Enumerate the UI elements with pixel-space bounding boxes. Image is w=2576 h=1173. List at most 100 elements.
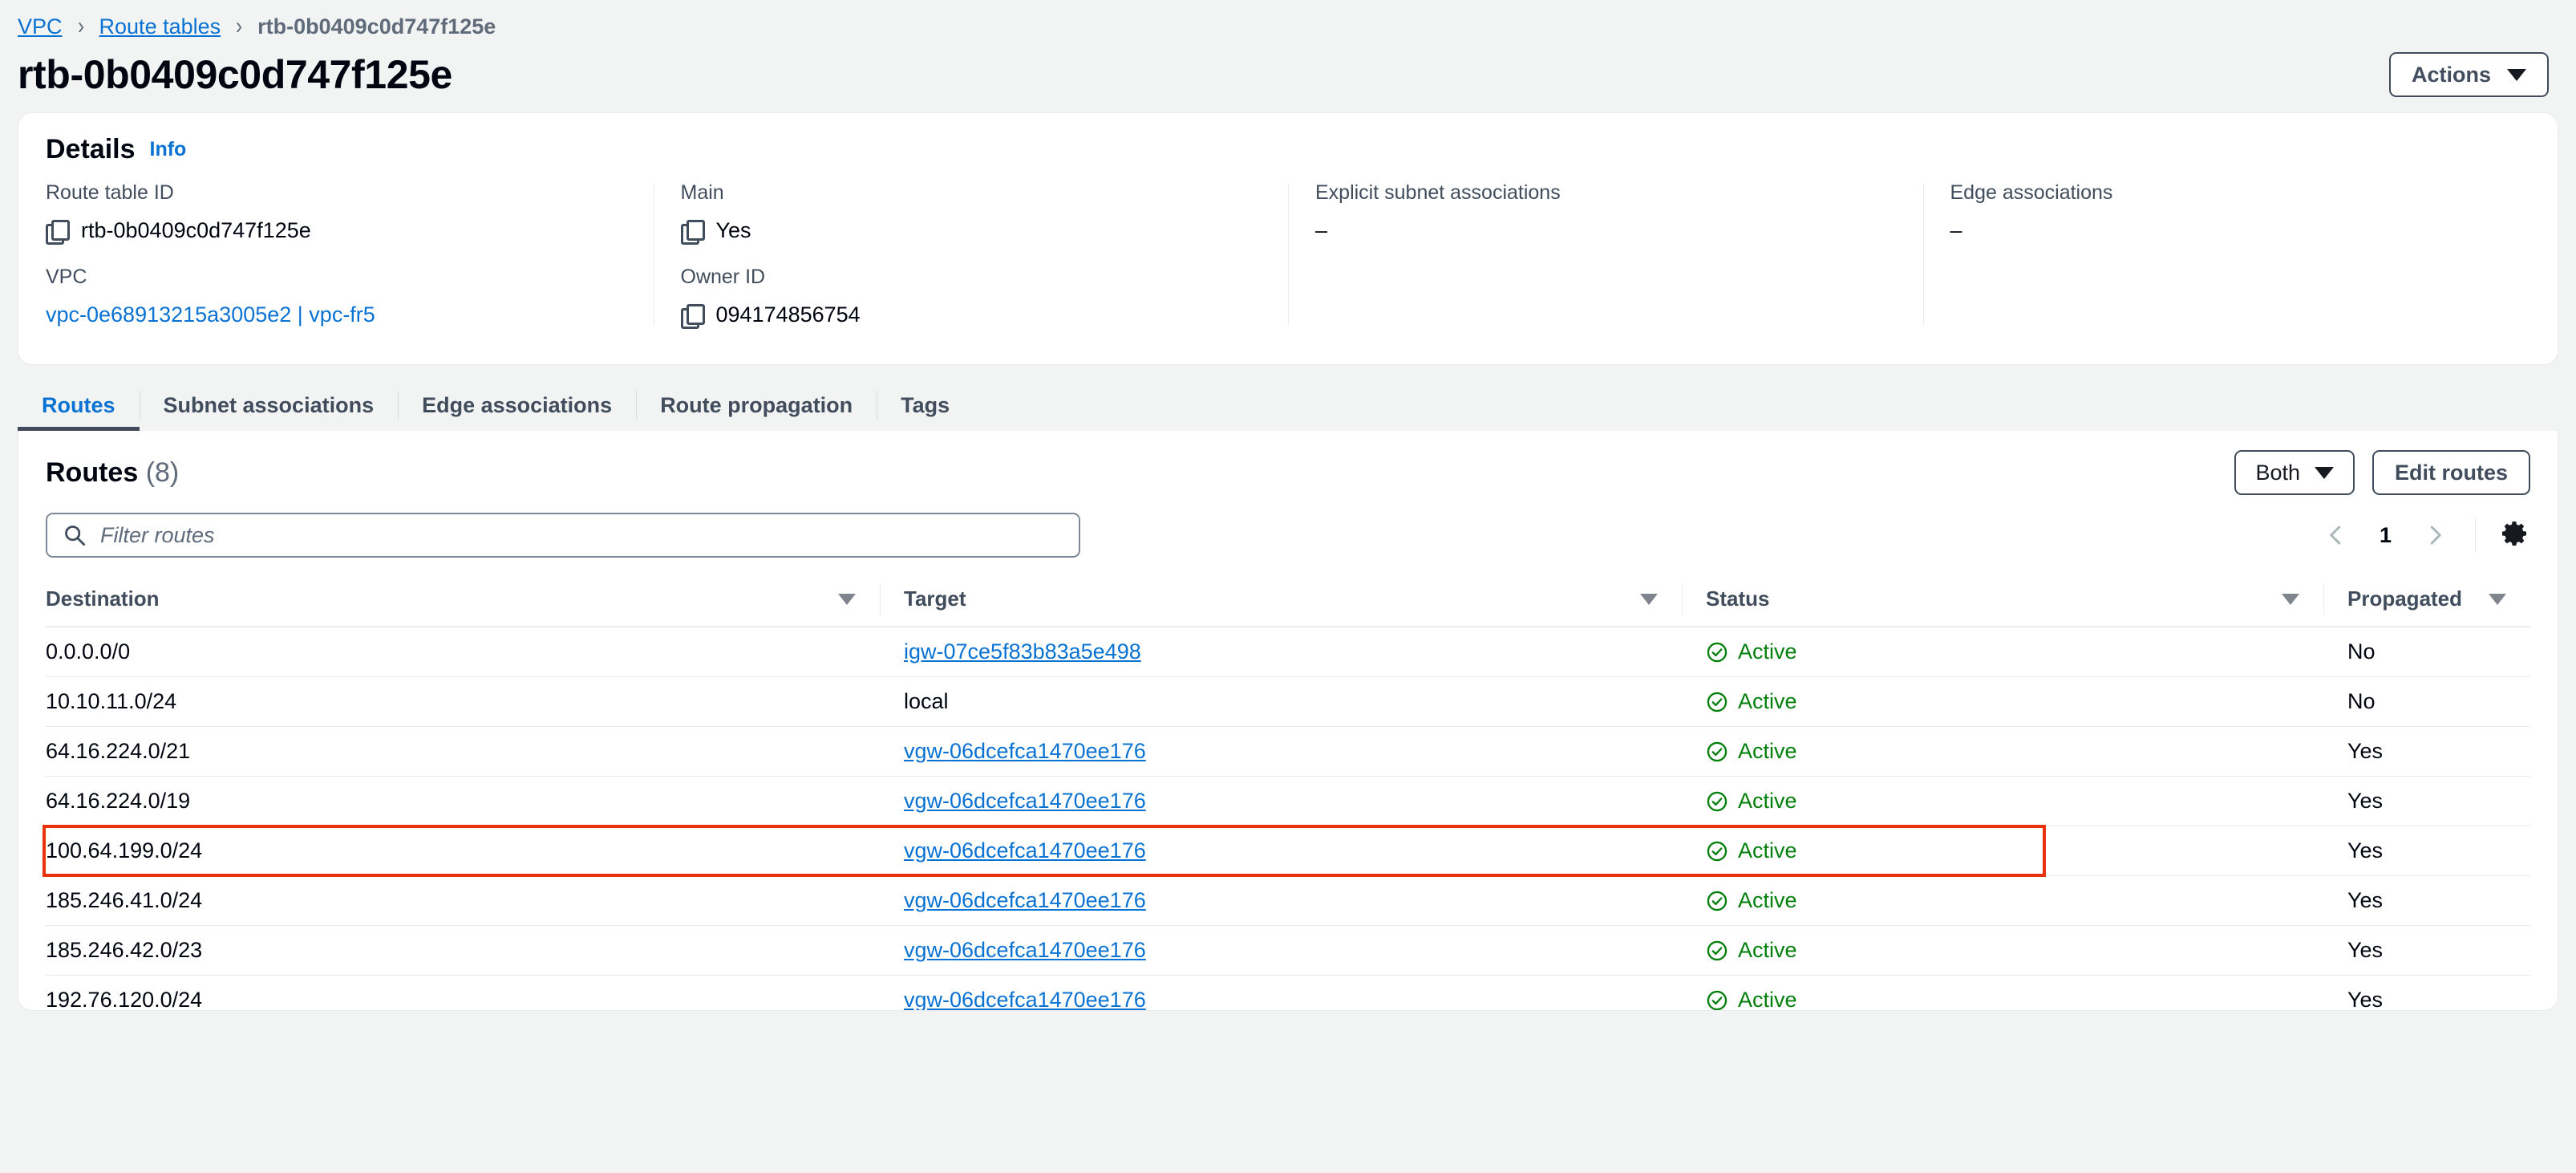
- actions-button[interactable]: Actions: [2388, 52, 2549, 97]
- propagated-value: No: [2347, 639, 2376, 664]
- cell-propagated: Yes: [2323, 726, 2530, 777]
- details-info-link[interactable]: Info: [150, 138, 187, 161]
- detail-main: Main Yes: [680, 181, 1262, 245]
- cell-propagated: Yes: [2323, 925, 2530, 976]
- details-header: Details Info: [18, 113, 2558, 181]
- cell-target: vgw-06dcefca1470ee176: [880, 726, 1682, 777]
- edit-routes-button[interactable]: Edit routes: [2371, 450, 2530, 495]
- details-column-1: Route table ID rtb-0b0409c0d747f125e VPC…: [18, 181, 654, 329]
- target-link[interactable]: vgw-06dcefca1470ee176: [904, 789, 1146, 814]
- target-link[interactable]: igw-07ce5f83b83a5e498: [904, 639, 1141, 664]
- copy-icon[interactable]: [680, 220, 705, 245]
- breadcrumb-item-vpc[interactable]: VPC: [18, 14, 63, 39]
- check-circle-icon: [1707, 791, 1727, 811]
- cell-target: igw-07ce5f83b83a5e498: [880, 627, 1682, 677]
- sort-descending-icon: [1640, 593, 1658, 605]
- sort-descending-icon: [2282, 593, 2299, 605]
- table-row: 64.16.224.0/19 vgw-06dcefca1470ee176 Activ…: [46, 776, 2530, 826]
- tab-tags[interactable]: Tags: [877, 380, 974, 431]
- target-link[interactable]: vgw-06dcefca1470ee176: [904, 739, 1146, 764]
- breadcrumb: VPC › Route tables › rtb-0b0409c0d747f12…: [0, 0, 2576, 42]
- propagated-value: No: [2347, 689, 2376, 713]
- detail-label: Explicit subnet associations: [1315, 181, 1561, 204]
- routes-title-label: Routes: [46, 457, 139, 488]
- details-column-4: Edge associations –: [1922, 181, 2558, 329]
- chevron-down-icon: [2507, 68, 2526, 81]
- cell-status: Active: [1682, 676, 2323, 727]
- gear-icon: [2502, 521, 2526, 546]
- target-link[interactable]: vgw-06dcefca1470ee176: [904, 988, 1146, 1010]
- filter-row: Filter routes 1: [18, 495, 2558, 575]
- table-row: 10.10.11.0/24 local Active No: [46, 676, 2530, 727]
- cell-status: Active: [1682, 826, 2323, 876]
- tab-routes[interactable]: Routes: [18, 380, 140, 431]
- search-input[interactable]: Filter routes: [46, 513, 1080, 558]
- cell-target: vgw-06dcefca1470ee176: [880, 925, 1682, 976]
- pagination-divider: [2475, 518, 2476, 553]
- status-label: Active: [1738, 689, 1797, 713]
- pagination: 1: [2319, 518, 2530, 554]
- check-circle-icon: [1707, 692, 1727, 712]
- table-row: 0.0.0.0/0 igw-07ce5f83b83a5e498 Active No: [46, 627, 2530, 677]
- detail-label: Main: [680, 181, 724, 204]
- destination-value: 64.16.224.0/21: [46, 739, 191, 763]
- status-label: Active: [1738, 838, 1797, 862]
- target-link[interactable]: vgw-06dcefca1470ee176: [904, 938, 1146, 963]
- copy-icon[interactable]: [46, 220, 70, 245]
- route-table-id-value: rtb-0b0409c0d747f125e: [81, 217, 311, 242]
- page-header: rtb-0b0409c0d747f125e Actions: [0, 42, 2576, 103]
- table-row: 64.16.224.0/21 vgw-06dcefca1470ee176 Activ…: [46, 726, 2530, 777]
- tab-edge-associations[interactable]: Edge associations: [398, 380, 636, 431]
- destination-value: 64.16.224.0/19: [46, 789, 191, 813]
- cell-destination: 185.246.42.0/23: [46, 925, 880, 976]
- vpc-link[interactable]: vpc-0e68913215a3005e2 | vpc-fr5: [46, 300, 626, 329]
- pagination-prev-button[interactable]: [2319, 518, 2354, 553]
- cell-propagated: No: [2323, 676, 2530, 727]
- breadcrumb-item-current: rtb-0b0409c0d747f125e: [257, 14, 496, 39]
- routes-title: Routes (8): [46, 457, 179, 489]
- tab-route-propagation[interactable]: Route propagation: [636, 380, 877, 431]
- column-header-propagated[interactable]: Propagated: [2323, 575, 2530, 627]
- page-title: rtb-0b0409c0d747f125e: [18, 52, 452, 97]
- status-badge: Active: [1706, 938, 1797, 963]
- cell-propagated: Yes: [2323, 975, 2530, 1011]
- status-label: Active: [1738, 739, 1797, 763]
- copy-icon[interactable]: [680, 304, 705, 329]
- details-column-2: Main Yes Owner ID 094174856754: [653, 181, 1289, 329]
- detail-label: Owner ID: [680, 266, 766, 288]
- tab-subnet-associations[interactable]: Subnet associations: [139, 380, 399, 431]
- target-link[interactable]: vgw-06dcefca1470ee176: [904, 888, 1146, 913]
- detail-edge-associations: Edge associations –: [1950, 181, 2531, 245]
- status-label: Active: [1738, 789, 1797, 813]
- column-header-destination[interactable]: Destination: [46, 575, 880, 627]
- column-header-target[interactable]: Target: [880, 575, 1682, 627]
- column-header-label: Destination: [46, 586, 160, 611]
- status-label: Active: [1738, 888, 1797, 912]
- pagination-next-button[interactable]: [2417, 518, 2452, 553]
- breadcrumb-item-route-tables[interactable]: Route tables: [99, 14, 221, 39]
- column-header-label: Propagated: [2347, 586, 2463, 611]
- edit-routes-label: Edit routes: [2394, 460, 2508, 485]
- table-settings-button[interactable]: [2498, 518, 2530, 554]
- cell-target: vgw-06dcefca1470ee176: [880, 875, 1682, 926]
- details-grid: Route table ID rtb-0b0409c0d747f125e VPC…: [18, 181, 2558, 364]
- cell-status: Active: [1682, 627, 2323, 677]
- routes-count: (8): [145, 457, 180, 488]
- check-circle-icon: [1707, 990, 1727, 1010]
- both-filter-dropdown[interactable]: Both: [2234, 450, 2355, 495]
- actions-button-label: Actions: [2411, 62, 2491, 87]
- destination-value: 10.10.11.0/24: [46, 689, 177, 713]
- cell-target: vgw-06dcefca1470ee176: [880, 776, 1682, 826]
- column-header-status[interactable]: Status: [1682, 575, 2323, 627]
- cell-status: Active: [1682, 975, 2323, 1010]
- status-badge: Active: [1706, 838, 1797, 863]
- routes-actions: Both Edit routes: [2234, 450, 2530, 495]
- propagated-value: Yes: [2347, 988, 2384, 1011]
- status-badge: Active: [1706, 639, 1797, 664]
- cell-destination: 10.10.11.0/24: [46, 676, 880, 727]
- cell-target: vgw-06dcefca1470ee176: [880, 826, 1682, 876]
- pagination-page-1[interactable]: 1: [2362, 523, 2409, 548]
- detail-label: Edge associations: [1950, 181, 2113, 204]
- destination-value: 0.0.0.0/0: [46, 639, 131, 664]
- target-link[interactable]: vgw-06dcefca1470ee176: [904, 838, 1146, 863]
